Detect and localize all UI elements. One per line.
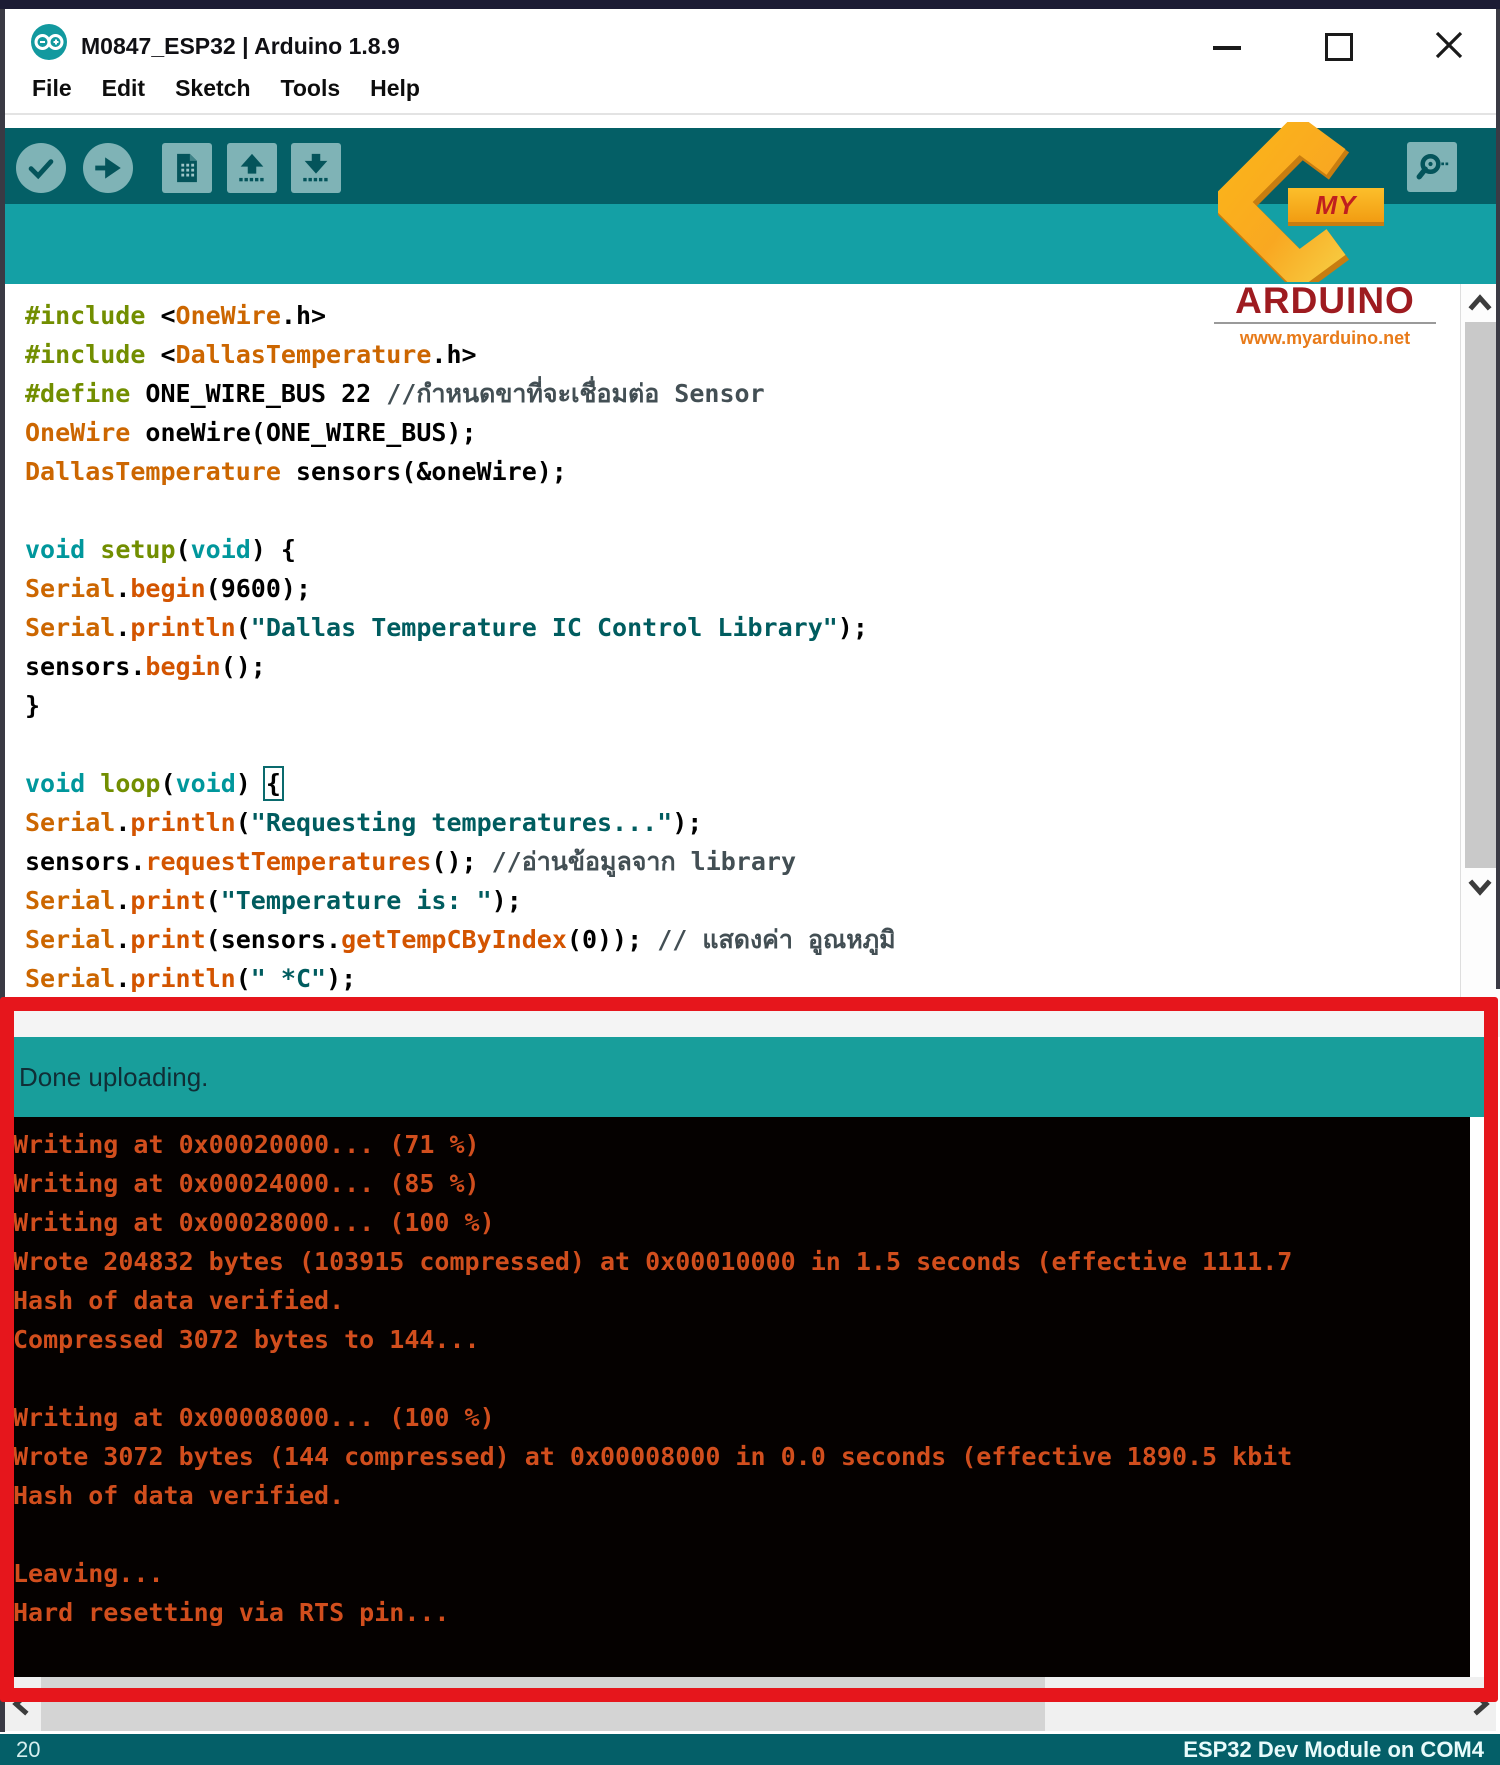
code-line: OneWire oneWire(ONE_WIRE_BUS); <box>25 418 477 447</box>
close-icon <box>1435 31 1463 59</box>
close-button[interactable] <box>1427 23 1471 67</box>
my-banner: MY <box>1288 188 1384 226</box>
maximize-button[interactable] <box>1317 25 1357 65</box>
code-line: Serial.begin(9600); <box>25 574 311 603</box>
window-title: M0847_ESP32 | Arduino 1.8.9 <box>81 33 400 59</box>
arduino-app-icon <box>31 24 67 60</box>
open-button[interactable] <box>227 143 277 193</box>
minimize-icon <box>1213 46 1241 50</box>
logo-underline <box>1214 322 1436 324</box>
menu-item-tools[interactable]: Tools <box>266 75 356 102</box>
menu-item-file[interactable]: File <box>17 75 87 102</box>
window-top-border <box>0 0 1500 9</box>
code-line: Serial.println("Dallas Temperature IC Co… <box>25 613 868 642</box>
code-line: void loop(void) { <box>25 766 284 801</box>
scroll-up-icon[interactable] <box>1467 290 1493 316</box>
code-line: DallasTemperature sensors(&oneWire); <box>25 457 567 486</box>
maximize-icon <box>1325 33 1353 61</box>
code-editor[interactable]: #include <OneWire.h> #include <DallasTemp… <box>5 284 1460 1037</box>
footer-statusbar: 20 ESP32 Dev Module on COM4 <box>0 1734 1500 1765</box>
code-line: sensors.requestTemperatures(); //อ่านข้อ… <box>25 847 797 876</box>
arrow-down-icon <box>303 153 328 182</box>
arrow-up-icon <box>239 153 264 182</box>
code-line: Serial.println(" *C"); <box>25 964 357 993</box>
check-icon <box>28 159 54 180</box>
code-line: Serial.println("Requesting temperatures.… <box>25 808 703 837</box>
code-line: Serial.print("Temperature is: "); <box>25 886 522 915</box>
line-number: 20 <box>16 1736 41 1762</box>
code-line: #define ONE_WIRE_BUS 22 //กำหนดขาที่จะเช… <box>25 379 765 408</box>
editor-vscrollbar-thumb[interactable] <box>1465 322 1496 868</box>
code-line: sensors.begin(); <box>25 652 266 681</box>
menu-item-help[interactable]: Help <box>355 75 435 102</box>
arrow-right-icon <box>95 157 121 179</box>
minimize-button[interactable] <box>1205 29 1249 61</box>
board-port-status: ESP32 Dev Module on COM4 <box>1183 1736 1484 1762</box>
menubar: File Edit Sketch Tools Help <box>5 63 1496 113</box>
code-line: } <box>25 691 41 720</box>
code-line: void setup(void) { <box>25 535 296 564</box>
arduino-ide-window: M0847_ESP32 | Arduino 1.8.9 File Edit Sket… <box>0 0 1500 1765</box>
highlight-rectangle <box>0 997 1498 1702</box>
titlebar: M0847_ESP32 | Arduino 1.8.9 <box>5 9 1496 63</box>
code-line: Serial.print(sensors.getTempCByIndex(0))… <box>25 925 896 954</box>
myarduino-watermark: MY ARDUINO www.myarduino.net <box>1210 122 1440 357</box>
scroll-down-icon[interactable] <box>1467 874 1493 900</box>
verify-button[interactable] <box>16 143 66 193</box>
window-right-border <box>1496 9 1500 989</box>
myarduino-url: www.myarduino.net <box>1239 328 1411 348</box>
menu-item-edit[interactable]: Edit <box>87 75 160 102</box>
menu-item-sketch[interactable]: Sketch <box>160 75 265 102</box>
arduino-wordmark: ARDUINO <box>1235 280 1415 321</box>
save-button[interactable] <box>291 143 341 193</box>
new-sketch-button[interactable] <box>162 143 212 193</box>
document-icon <box>177 153 197 183</box>
upload-button[interactable] <box>83 143 133 193</box>
menu-separator <box>5 113 1496 115</box>
